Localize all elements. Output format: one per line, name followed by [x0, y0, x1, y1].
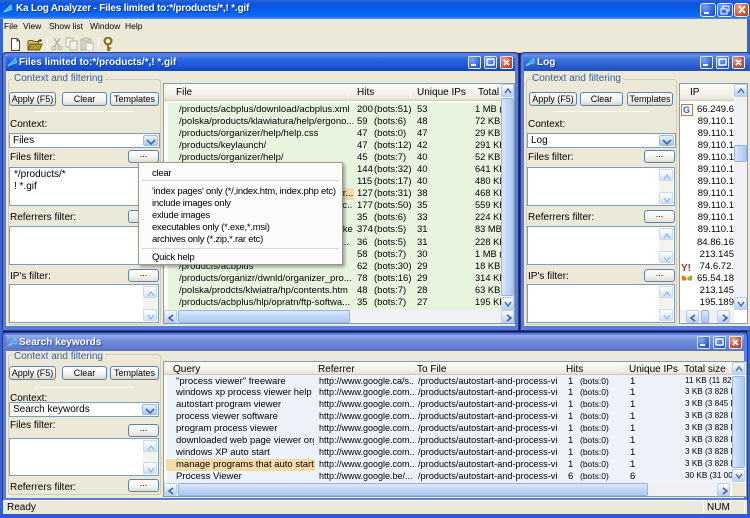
svg-text:G: G — [683, 105, 690, 115]
svg-text:Y!: Y! — [681, 263, 691, 273]
